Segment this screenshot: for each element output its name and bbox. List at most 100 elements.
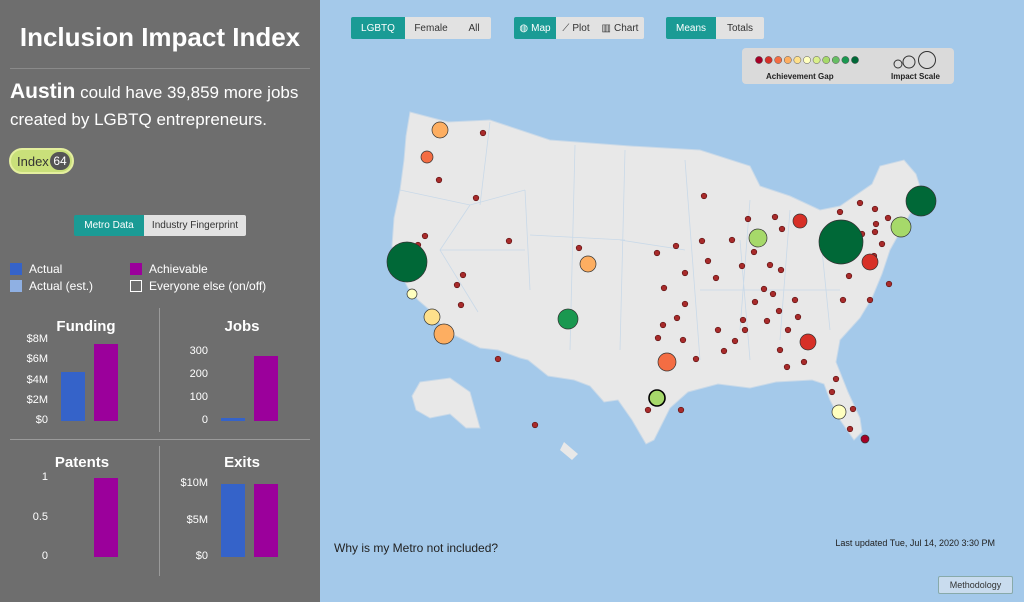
metro-marker[interactable] — [494, 355, 502, 363]
metro-marker[interactable] — [783, 363, 791, 371]
bar-funding-actual[interactable] — [61, 372, 85, 421]
view-chart[interactable]: ▥ Chart — [596, 17, 644, 39]
metro-marker[interactable] — [839, 296, 847, 304]
metro-marker[interactable] — [800, 358, 808, 366]
metro-marker[interactable] — [712, 274, 720, 282]
metro-marker[interactable] — [575, 244, 583, 252]
metro-marker[interactable] — [760, 285, 768, 293]
group-female[interactable]: Female — [405, 17, 457, 39]
metro-marker[interactable] — [750, 248, 758, 256]
metro-marker[interactable] — [866, 296, 874, 304]
metro-marker[interactable] — [832, 375, 840, 383]
metro-marker[interactable] — [700, 192, 708, 200]
metro-marker[interactable] — [871, 228, 879, 236]
metro-marker[interactable] — [771, 213, 779, 221]
metro-marker[interactable] — [698, 237, 706, 245]
metro-marker[interactable] — [905, 185, 937, 217]
metro-marker[interactable] — [778, 225, 786, 233]
legend-actual[interactable]: Actual — [10, 262, 62, 276]
why-metro-missing-link[interactable]: Why is my Metro not included? — [334, 541, 498, 555]
metro-marker[interactable] — [557, 308, 579, 330]
metro-marker[interactable] — [763, 317, 771, 325]
metro-marker[interactable] — [677, 406, 685, 414]
metro-marker[interactable] — [799, 333, 817, 351]
legend-achievable[interactable]: Achievable — [130, 262, 208, 276]
metro-marker[interactable] — [828, 388, 836, 396]
metro-marker[interactable] — [653, 249, 661, 257]
metro-marker[interactable] — [792, 213, 808, 229]
metro-marker[interactable] — [871, 205, 879, 213]
bar-jobs-actual[interactable] — [221, 417, 245, 421]
metro-marker[interactable] — [890, 216, 912, 238]
metro-marker[interactable] — [744, 215, 752, 223]
metro-marker[interactable] — [654, 334, 662, 342]
metro-marker[interactable] — [679, 336, 687, 344]
metro-marker[interactable] — [872, 220, 880, 228]
metro-marker[interactable] — [831, 404, 847, 420]
metro-marker[interactable] — [861, 253, 879, 271]
metro-marker[interactable] — [885, 280, 893, 288]
metro-marker[interactable] — [748, 228, 768, 248]
measure-totals[interactable]: Totals — [716, 17, 764, 39]
metro-marker[interactable] — [845, 272, 853, 280]
metro-marker[interactable] — [769, 290, 777, 298]
metro-marker[interactable] — [846, 425, 854, 433]
metro-marker[interactable] — [453, 281, 461, 289]
metro-marker[interactable] — [884, 214, 892, 222]
tab-industry-fingerprint[interactable]: Industry Fingerprint — [144, 215, 246, 236]
metro-marker[interactable] — [714, 326, 722, 334]
metro-marker[interactable] — [692, 355, 700, 363]
metro-marker[interactable] — [531, 421, 539, 429]
metro-marker[interactable] — [791, 296, 799, 304]
metro-marker[interactable] — [741, 326, 749, 334]
metro-marker[interactable] — [751, 298, 759, 306]
metro-marker[interactable] — [777, 266, 785, 274]
bar-jobs-achievable[interactable] — [254, 355, 278, 421]
view-plot[interactable]: ⟋ Plot — [556, 17, 596, 39]
metro-marker[interactable] — [659, 321, 667, 329]
metro-marker[interactable] — [739, 316, 747, 324]
metro-marker[interactable] — [423, 308, 441, 326]
metro-marker[interactable] — [420, 150, 434, 164]
group-lgbtq[interactable]: LGBTQ — [351, 17, 405, 39]
bar-exits-actual[interactable] — [221, 484, 245, 557]
view-map[interactable]: ◍ Map — [514, 17, 556, 39]
metro-marker[interactable] — [579, 255, 597, 273]
methodology-button[interactable]: Methodology — [938, 576, 1013, 594]
us-map[interactable] — [320, 0, 1024, 602]
bar-patents-achievable[interactable] — [94, 478, 118, 557]
metro-marker[interactable] — [849, 405, 857, 413]
metro-marker[interactable] — [386, 241, 428, 283]
tab-metro-data[interactable]: Metro Data — [74, 215, 144, 236]
metro-marker[interactable] — [794, 313, 802, 321]
metro-marker[interactable] — [433, 323, 455, 345]
metro-marker[interactable] — [472, 194, 480, 202]
metro-marker[interactable] — [728, 236, 736, 244]
legend-everyone-else[interactable]: Everyone else (on/off) — [130, 279, 266, 293]
legend-actual-est[interactable]: Actual (est.) — [10, 279, 93, 293]
metro-marker[interactable] — [681, 269, 689, 277]
metro-marker[interactable] — [784, 326, 792, 334]
metro-marker[interactable] — [660, 284, 668, 292]
metro-marker[interactable] — [406, 288, 418, 300]
metro-marker[interactable] — [672, 242, 680, 250]
metro-marker[interactable] — [421, 232, 429, 240]
metro-marker[interactable] — [860, 434, 870, 444]
legend-toggle-everyone-else[interactable] — [130, 280, 142, 292]
metro-marker[interactable] — [818, 219, 864, 265]
metro-marker[interactable] — [836, 208, 844, 216]
metro-marker[interactable] — [766, 261, 774, 269]
bar-funding-achievable[interactable] — [94, 344, 118, 421]
metro-marker[interactable] — [738, 262, 746, 270]
metro-marker[interactable] — [775, 307, 783, 315]
metro-marker[interactable] — [856, 199, 864, 207]
metro-marker[interactable] — [505, 237, 513, 245]
metro-marker[interactable] — [435, 176, 443, 184]
metro-marker[interactable] — [720, 347, 728, 355]
metro-marker[interactable] — [657, 352, 677, 372]
metro-marker[interactable] — [457, 301, 465, 309]
metro-marker[interactable] — [681, 300, 689, 308]
metro-marker[interactable] — [648, 389, 666, 407]
metro-marker[interactable] — [776, 346, 784, 354]
metro-marker[interactable] — [479, 129, 487, 137]
